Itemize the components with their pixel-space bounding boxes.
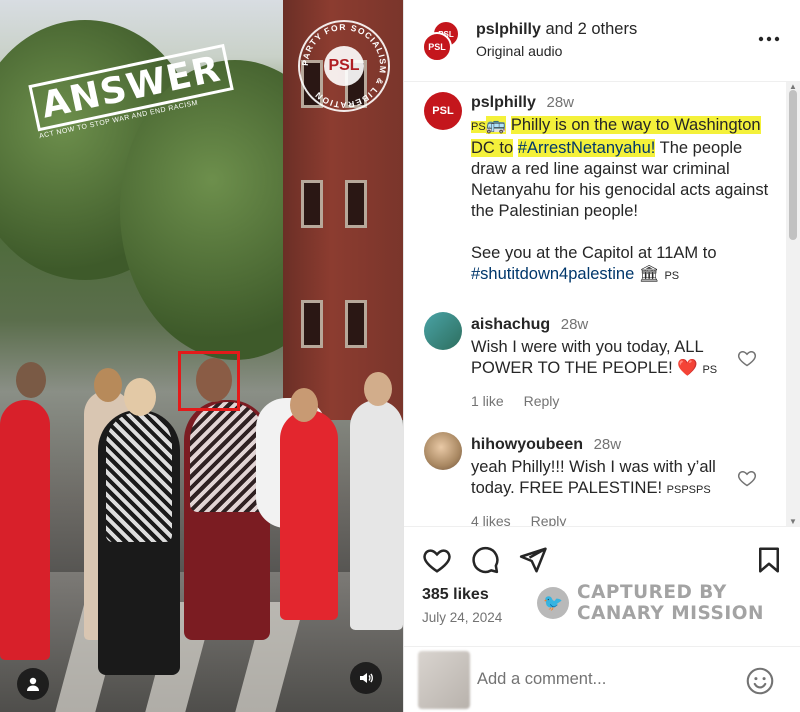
caption-age[interactable]: 28w — [547, 94, 575, 111]
comment-bubble-icon[interactable] — [470, 545, 500, 575]
protester-figure — [280, 410, 338, 620]
caption-suffix: PS — [664, 270, 680, 282]
current-user-avatar — [418, 651, 470, 709]
psl-seal-ring-text: PARTY FOR SOCIALISM & LIBERATION — [300, 22, 387, 110]
comment-reply-button[interactable]: Reply — [531, 513, 567, 526]
avatar: PSL — [422, 32, 452, 62]
protester-figure — [0, 400, 50, 660]
keffiyeh — [106, 412, 172, 542]
caption-text: PS🚌 Philly is on the way to Washington D… — [471, 115, 771, 222]
emoji-picker-icon[interactable] — [746, 667, 774, 695]
tagged-user-button[interactable] — [17, 668, 49, 700]
watermark-line-1: CAPTURED BY — [577, 582, 727, 603]
svg-text:PARTY FOR SOCIALISM & LIBERATI: PARTY FOR SOCIALISM & LIBERATION — [300, 22, 388, 110]
caption-para2-text: See you at the Capitol at 11AM to — [471, 244, 717, 262]
comments-list[interactable]: PSL pslphilly 28w PS🚌 Philly is on the w… — [404, 82, 787, 526]
caption-row: PSL pslphilly 28w PS🚌 Philly is on the w… — [404, 92, 787, 312]
comment-composer: Add a comment... — [404, 646, 800, 712]
protester-head — [94, 368, 122, 402]
header-account-name[interactable]: pslphilly — [476, 21, 541, 38]
comment-row: aishachug 28w Wish I were with you today… — [404, 312, 787, 422]
comment-like-count[interactable]: 1 like — [471, 393, 504, 409]
comment-age[interactable]: 28w — [561, 316, 589, 333]
psl-seal-logo: PARTY FOR SOCIALISM & LIBERATION PSL — [298, 20, 390, 112]
save-bookmark-icon[interactable] — [754, 545, 784, 575]
comment-username[interactable]: hihowyoubeen — [471, 436, 583, 453]
comment-suffix: PS — [702, 364, 718, 376]
comment-suffix: PSPSPS — [666, 484, 711, 496]
comment-text-body: Wish I were with you today, ALL POWER TO… — [471, 338, 704, 377]
comments-scrollbar[interactable]: ▲ ▼ — [786, 82, 800, 526]
original-audio-link[interactable]: Original audio — [476, 43, 562, 59]
post-media[interactable]: ANSWER ACT NOW TO STOP WAR AND END RACIS… — [0, 0, 403, 712]
canary-bird-icon: 🐦 — [537, 587, 569, 619]
comment-row: hihowyoubeen 28w yeah Philly!!! Wish I w… — [404, 432, 787, 526]
protester-head — [124, 378, 156, 416]
comment-text: Wish I were with you today, ALL POWER TO… — [471, 337, 741, 381]
avatar[interactable]: PSL — [424, 92, 462, 130]
scrollbar-thumb[interactable] — [789, 90, 797, 240]
caption-paragraph-2: See you at the Capitol at 11AM to #shuti… — [471, 243, 771, 287]
keffiyeh — [190, 402, 266, 512]
bus-emoji-icon: 🚌 — [485, 116, 507, 134]
caption-prefix: PS — [471, 121, 486, 133]
avatar[interactable] — [424, 312, 462, 350]
mute-toggle-button[interactable] — [350, 662, 382, 694]
scroll-down-arrow-icon[interactable]: ▼ — [789, 517, 797, 526]
like-heart-icon[interactable] — [422, 545, 452, 575]
annotation-highlight-box — [178, 351, 240, 411]
post-like-count[interactable]: 385 likes — [422, 586, 489, 604]
caption-username[interactable]: pslphilly — [471, 94, 536, 111]
avatar[interactable] — [424, 432, 462, 470]
comment-reply-button[interactable]: Reply — [524, 393, 560, 409]
protester-head — [290, 388, 318, 422]
collab-avatars[interactable]: PSL PSL — [422, 20, 464, 62]
hashtag-shutitdown4palestine[interactable]: #shutitdown4palestine — [471, 265, 634, 283]
like-comment-heart-icon[interactable] — [737, 348, 757, 368]
hashtag-arrestnetanyahu[interactable]: #ArrestNetanyahu! — [517, 139, 656, 157]
protester-figure — [350, 400, 403, 630]
header-collaborators[interactable]: and 2 others — [546, 20, 638, 38]
comment-username[interactable]: aishachug — [471, 316, 550, 333]
speaker-icon — [360, 673, 373, 683]
add-comment-input[interactable]: Add a comment... — [477, 670, 606, 689]
psl-seal-ring: PARTY FOR SOCIALISM & LIBERATION — [300, 22, 388, 110]
like-comment-heart-icon[interactable] — [737, 468, 757, 488]
comment-text: yeah Philly!!! Wish I was with y’all tod… — [471, 457, 741, 501]
post-side-panel: PSL PSL pslphilly and 2 others Original … — [403, 0, 800, 712]
comment-like-count[interactable]: 4 likes — [471, 513, 511, 526]
canary-mission-watermark: 🐦 CAPTURED BY CANARY MISSION — [537, 582, 764, 624]
post-actions: 385 likes July 24, 2024 🐦 CAPTURED BY CA… — [404, 526, 800, 646]
more-horizontal-icon[interactable] — [756, 26, 782, 52]
landmark-emoji-icon: 🏛 — [638, 265, 660, 283]
protester-head — [364, 372, 392, 406]
share-send-icon[interactable] — [518, 545, 548, 575]
post-header: PSL PSL pslphilly and 2 others Original … — [404, 0, 800, 82]
watermark-line-2: CANARY MISSION — [577, 603, 764, 624]
protester-head — [16, 362, 46, 398]
post-date[interactable]: July 24, 2024 — [422, 610, 502, 625]
user-icon — [27, 677, 39, 691]
comment-age[interactable]: 28w — [594, 436, 622, 453]
heart-emoji-icon: ❤️ — [677, 359, 698, 377]
